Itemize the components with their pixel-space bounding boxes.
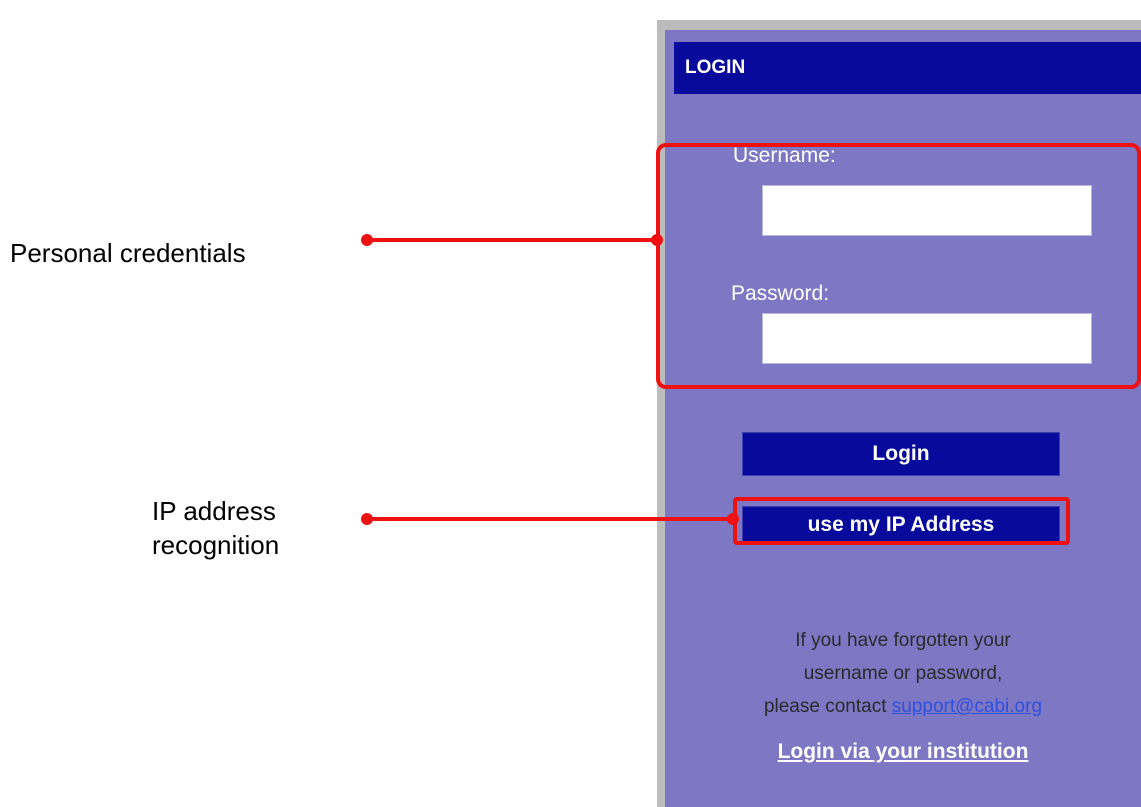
login-header: LOGIN — [674, 42, 1141, 94]
forgot-credentials-line2: username or password, — [803, 663, 1003, 684]
personal-credentials-callout: Personal credentials — [10, 238, 246, 268]
ip-callout-line1: IP address — [152, 496, 276, 526]
forgot-credentials-line3: please contact support@cabi.org — [665, 690, 1141, 723]
ip-recognition-callout: IP address recognition — [152, 494, 279, 562]
login-button[interactable]: Login — [742, 432, 1060, 476]
credentials-highlight-box — [656, 143, 1141, 389]
ip-connector-dot-left — [361, 513, 373, 525]
login-via-institution-link[interactable]: Login via your institution — [665, 740, 1141, 764]
forgot-credentials-line1: If you have forgotten your — [795, 630, 1011, 651]
ip-callout-line2: recognition — [152, 530, 280, 560]
ip-button-highlight-box — [733, 497, 1070, 545]
credentials-connector-dot-left — [361, 234, 373, 246]
support-email-link[interactable]: support@cabi.org — [892, 696, 1042, 717]
contact-prefix: please contact — [763, 696, 892, 717]
login-panel-frame: LOGIN Username: Password: Login use my I… — [657, 20, 1141, 807]
